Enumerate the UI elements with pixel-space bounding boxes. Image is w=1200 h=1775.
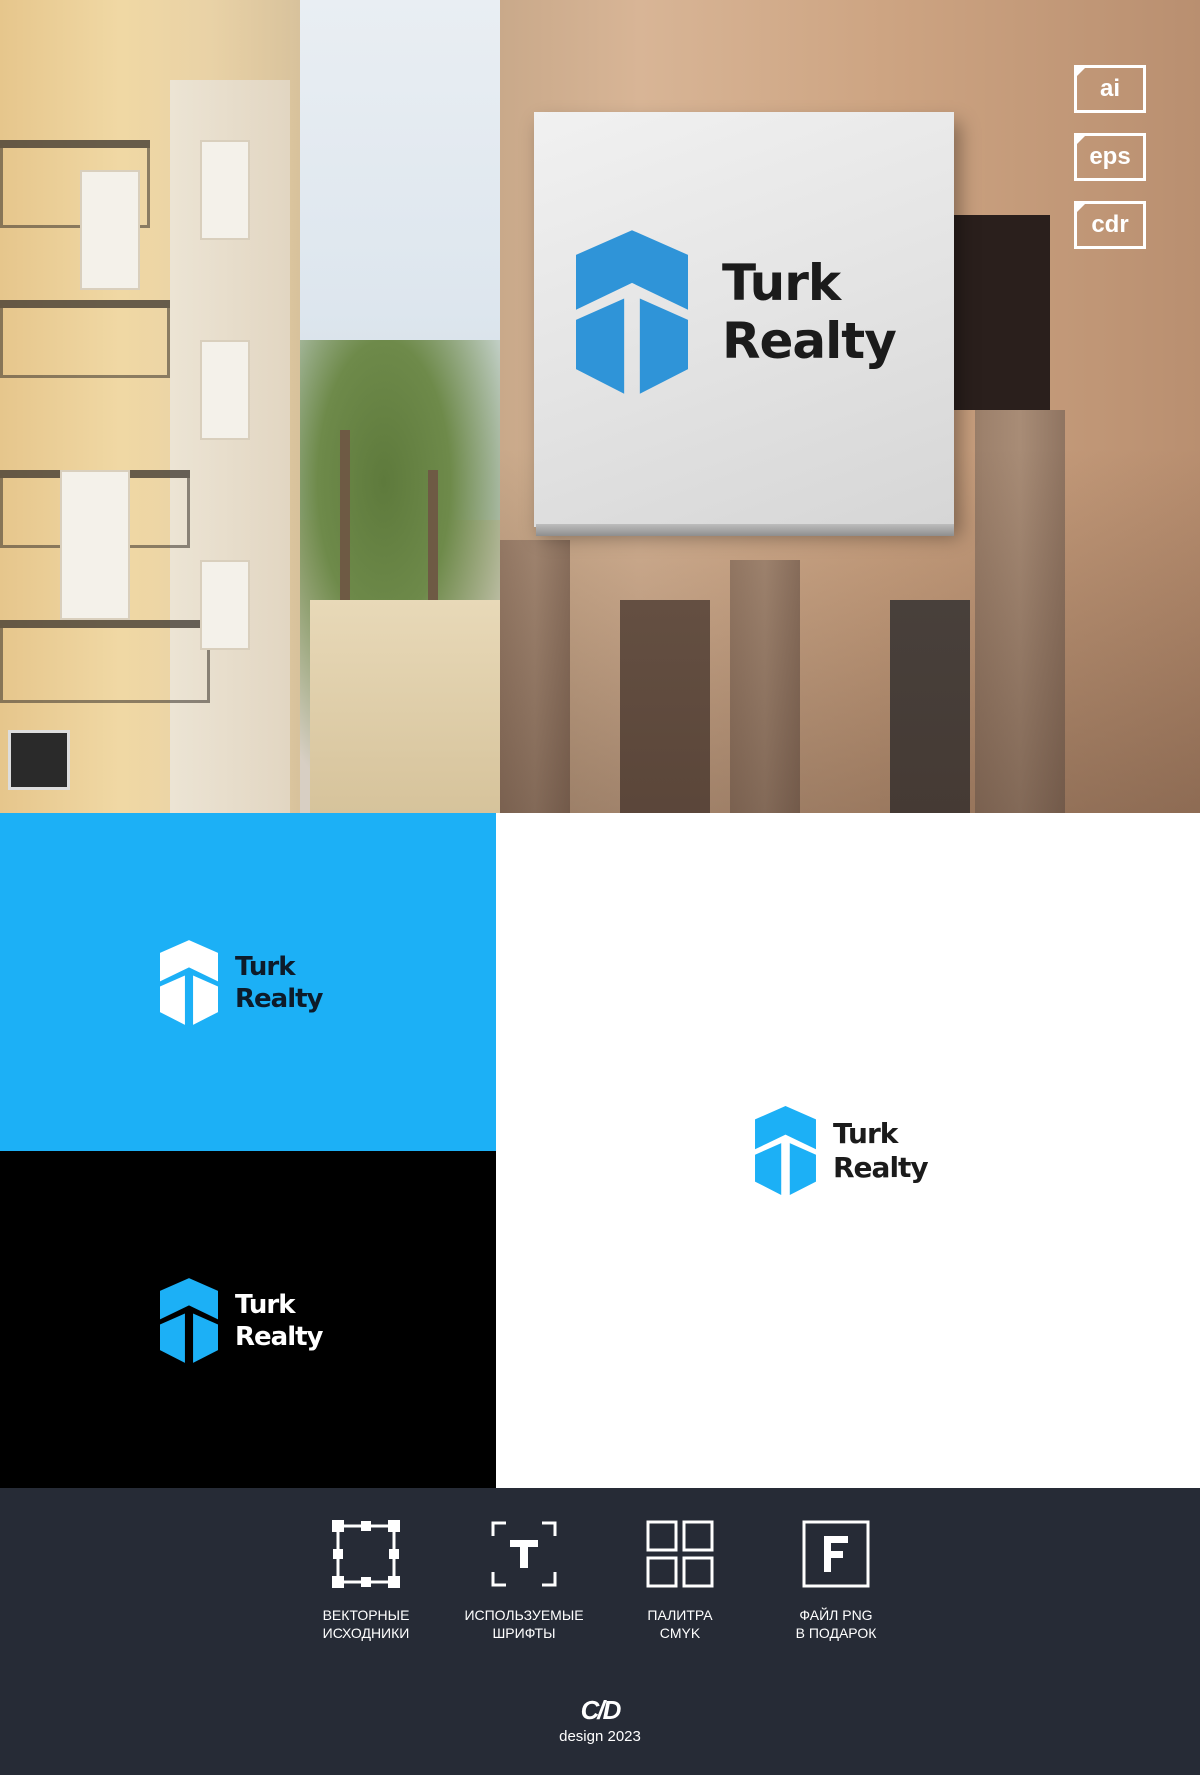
logo-line1: Turk xyxy=(235,951,296,982)
feature-label-line2: В ПОДАРОК xyxy=(795,1625,877,1641)
feature-label-line1: ИСПОЛЬЗУЕМЫЕ xyxy=(464,1607,584,1623)
feature-label: ИСПОЛЬЗУЕМЫЕ ШРИФТЫ xyxy=(464,1606,583,1642)
logo-white: Turk Realty xyxy=(160,940,323,1025)
balcony-rail xyxy=(0,308,170,378)
feature-label-line2: ШРИФТЫ xyxy=(492,1625,556,1641)
logo-line1: Turk xyxy=(722,254,841,312)
sign-bracket xyxy=(950,215,1050,410)
feature-cmyk-palette: ПАЛИТРА CMYK xyxy=(605,1520,755,1642)
feature-label-line1: ФАЙЛ PNG xyxy=(799,1607,873,1623)
designer-brand: C/D design 2023 xyxy=(550,1695,650,1745)
logo-on-blue-panel: Turk Realty xyxy=(0,813,496,1151)
feature-label-line1: ВЕКТОРНЫЕ xyxy=(322,1607,410,1623)
font-t-icon xyxy=(490,1520,558,1588)
feature-label: ПАЛИТРА CMYK xyxy=(647,1606,712,1642)
feature-label-line1: ПАЛИТРА xyxy=(647,1607,713,1623)
sign-edge xyxy=(536,524,954,536)
balcony xyxy=(0,620,210,628)
logo-on-white-panel: Turk Realty xyxy=(496,813,1200,1488)
window xyxy=(200,140,250,240)
balcony xyxy=(0,300,170,308)
window xyxy=(80,170,140,290)
hexagon-arrow-icon xyxy=(160,940,218,1025)
footer-features: ВЕКТОРНЫЕ ИСХОДНИКИ ИСПОЛЬЗУЕМЫЕ ШРИФТЫ xyxy=(0,1488,1200,1775)
balcony-rail xyxy=(0,628,210,703)
logo-text: Turk Realty xyxy=(235,1289,323,1353)
format-badge-eps: eps xyxy=(1074,133,1146,181)
logo-line2: Realty xyxy=(235,983,323,1014)
feature-label-line2: CMYK xyxy=(659,1625,701,1641)
designer-logo: C/D xyxy=(580,1695,622,1725)
sign-logo: Turk Realty xyxy=(576,230,897,394)
logo-text: Turk Realty xyxy=(833,1116,929,1185)
feature-label: ВЕКТОРНЫЕ ИСХОДНИКИ xyxy=(323,1606,410,1642)
vector-selection-icon xyxy=(332,1520,400,1588)
wall-screen xyxy=(8,730,70,790)
balcony xyxy=(0,140,150,148)
logo-line2: Realty xyxy=(235,1321,323,1352)
street-sign-mockup-photo: Turk Realty ai eps cdr xyxy=(0,0,1200,813)
format-label: ai xyxy=(1099,75,1120,102)
far-buildings xyxy=(310,600,530,813)
hanging-sign: Turk Realty xyxy=(534,112,954,538)
logo-line2: Realty xyxy=(722,312,897,370)
hexagon-arrow-icon xyxy=(576,230,688,394)
logo-line1: Turk xyxy=(833,1116,898,1150)
logo-line1: Turk xyxy=(235,1289,296,1320)
feature-png-gift: ФАЙЛ PNG В ПОДАРОК xyxy=(761,1520,911,1642)
palette-grid-icon xyxy=(646,1520,714,1588)
feature-used-fonts: ИСПОЛЬЗУЕМЫЕ ШРИФТЫ xyxy=(449,1520,599,1642)
feature-label: ФАЙЛ PNG В ПОДАРОК xyxy=(796,1606,877,1642)
designer-caption: design 2023 xyxy=(559,1728,641,1745)
logo-text: Turk Realty xyxy=(235,951,323,1015)
window xyxy=(60,470,130,620)
feature-vector-sources: ВЕКТОРНЫЕ ИСХОДНИКИ xyxy=(291,1520,441,1642)
logo-blue-white: Turk Realty xyxy=(160,1278,323,1363)
sign-logo-text: Turk Realty xyxy=(722,254,897,370)
logo-on-black-panel: Turk Realty xyxy=(0,1151,496,1488)
format-label: cdr xyxy=(1091,211,1129,238)
logo-blue-dark: Turk Realty xyxy=(755,1106,929,1195)
logo-line2: Realty xyxy=(833,1150,929,1184)
hexagon-arrow-icon xyxy=(755,1106,816,1195)
window xyxy=(200,340,250,440)
window xyxy=(200,560,250,650)
format-label: eps xyxy=(1089,143,1131,170)
feature-label-line2: ИСХОДНИКИ xyxy=(322,1625,410,1641)
format-badge-cdr: cdr xyxy=(1074,201,1146,249)
format-badge-ai: ai xyxy=(1074,65,1146,113)
png-file-f-icon xyxy=(802,1520,870,1588)
hexagon-arrow-icon xyxy=(160,1278,218,1363)
